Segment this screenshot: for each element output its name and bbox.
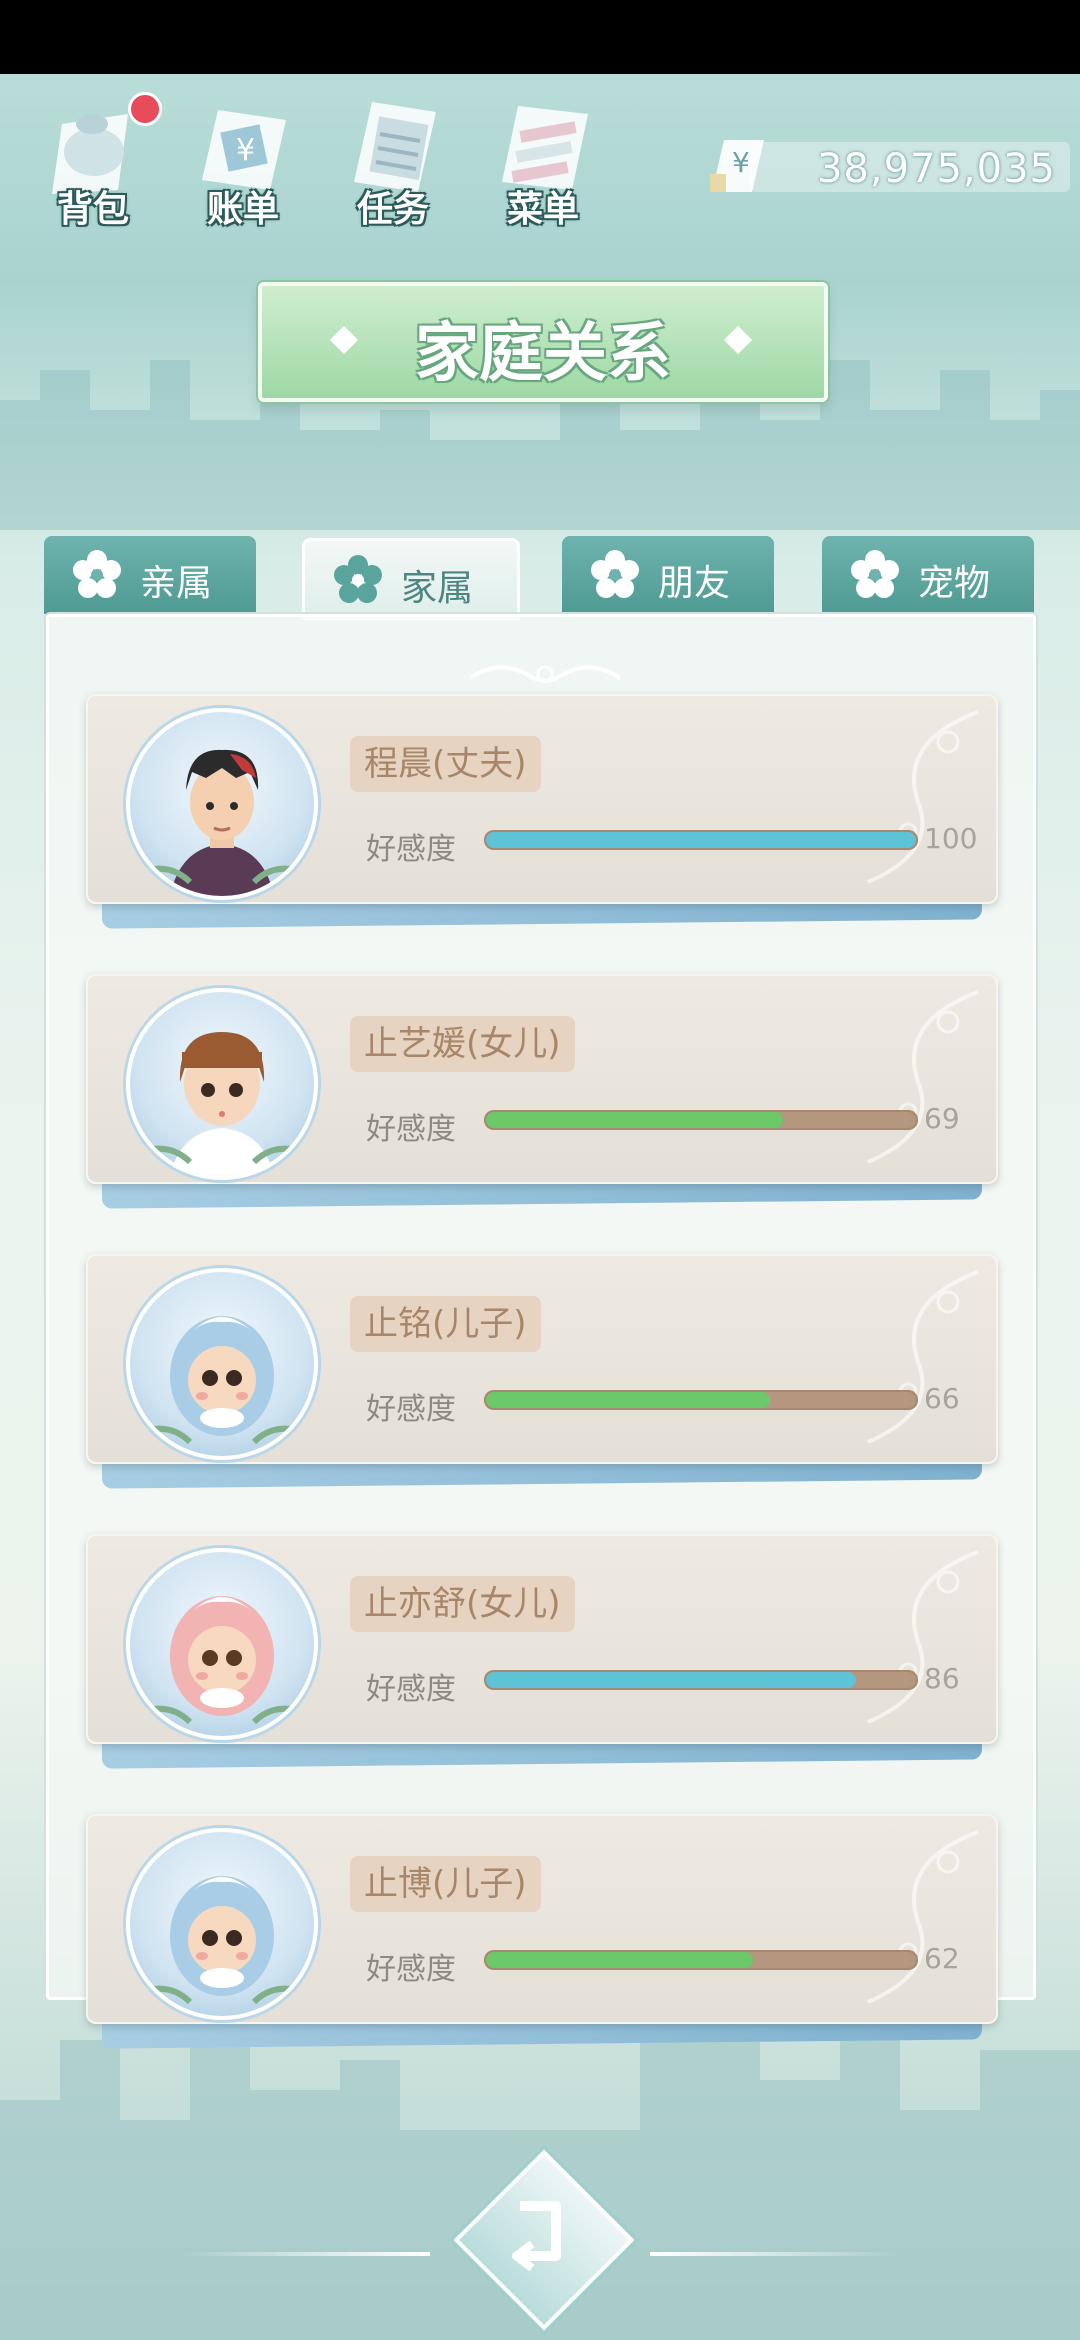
card-face: 止艺媛(女儿) 好感度 69	[86, 974, 998, 1184]
affinity-label: 好感度	[366, 1952, 456, 1987]
vine-decoration-icon	[867, 1550, 979, 1724]
task-label: 任务	[356, 189, 429, 230]
vine-decoration-icon	[867, 990, 979, 1164]
member-name: 止博(儿子)	[350, 1856, 541, 1912]
affinity-value: 100	[924, 822, 978, 855]
affinity-value: 86	[924, 1662, 960, 1695]
affinity-bar	[484, 1110, 918, 1130]
menu-button[interactable]: 菜单	[478, 84, 608, 234]
bag-icon	[52, 114, 128, 194]
tab-pets[interactable]: 宠物	[822, 536, 1034, 614]
divider-left	[180, 2252, 430, 2256]
tab-label: 朋友	[658, 563, 731, 604]
flower-icon	[591, 550, 639, 598]
bag-button[interactable]: 背包	[28, 84, 162, 234]
flower-icon	[334, 555, 382, 603]
ornament-icon	[468, 665, 622, 683]
notification-badge	[128, 92, 162, 126]
menu-icon	[502, 106, 588, 190]
husband-avatar	[139, 749, 305, 896]
affinity-value: 66	[924, 1382, 960, 1415]
vine-decoration-icon	[867, 1830, 979, 2004]
card-face: 止铭(儿子) 好感度 66	[86, 1254, 998, 1464]
affinity-label: 好感度	[366, 1672, 456, 1707]
affinity-bar	[484, 1390, 918, 1410]
back-arrow-icon	[512, 2201, 561, 2272]
member-card[interactable]: 止艺媛(女儿) 好感度 69	[86, 974, 998, 1209]
affinity-bar-fill	[486, 1952, 753, 1968]
daughter-avatar	[139, 1032, 305, 1176]
money-value: 38,975,035	[816, 146, 1056, 192]
tab-label: 亲属	[140, 563, 213, 604]
tab-relatives[interactable]: 亲属	[44, 536, 256, 614]
bill-button[interactable]: ¥ 账单	[178, 84, 308, 234]
bill-icon: ¥	[202, 110, 286, 190]
member-card[interactable]: 止铭(儿子) 好感度 66	[86, 1254, 998, 1489]
member-name: 止亦舒(女儿)	[350, 1576, 575, 1632]
divider-right	[650, 2252, 900, 2256]
card-face: 止博(儿子) 好感度 62	[86, 1814, 998, 2024]
member-name: 止铭(儿子)	[350, 1296, 541, 1352]
member-card[interactable]: 止亦舒(女儿) 好感度 86	[86, 1534, 998, 1769]
baby-blue-avatar	[139, 1316, 305, 1445]
affinity-label: 好感度	[366, 832, 456, 867]
affinity-value: 69	[924, 1102, 960, 1135]
vine-decoration-icon	[867, 1270, 979, 1444]
member-name: 程晨(丈夫)	[350, 736, 541, 792]
avatar[interactable]	[126, 708, 318, 900]
affinity-value: 62	[924, 1942, 960, 1975]
affinity-bar	[484, 1670, 918, 1690]
task-button[interactable]: 任务	[328, 84, 458, 234]
flower-icon	[851, 550, 899, 598]
task-icon	[354, 102, 436, 192]
tab-label: 家属	[401, 568, 474, 609]
card-face: 止亦舒(女儿) 好感度 86	[86, 1534, 998, 1744]
money-display: ¥ 38,975,035	[700, 138, 1070, 194]
svg-text:¥: ¥	[732, 146, 750, 179]
avatar[interactable]	[126, 1268, 318, 1460]
avatar[interactable]	[126, 1548, 318, 1740]
tab-label: 宠物	[918, 563, 991, 604]
currency-icon: ¥	[710, 140, 764, 192]
affinity-label: 好感度	[366, 1112, 456, 1147]
affinity-bar-fill	[486, 1672, 856, 1688]
member-name: 止艺媛(女儿)	[350, 1016, 575, 1072]
card-face: 程晨(丈夫) 好感度 100	[86, 694, 998, 904]
baby-pink-avatar	[139, 1596, 305, 1725]
tab-family[interactable]: 家属	[302, 538, 520, 620]
bill-label: 账单	[206, 189, 279, 230]
affinity-bar	[484, 830, 918, 850]
bag-label: 背包	[56, 189, 129, 230]
flower-icon	[73, 550, 121, 598]
title-panel: 家庭关系	[258, 282, 828, 402]
member-card[interactable]: 程晨(丈夫) 好感度 100	[86, 694, 998, 929]
affinity-bar-fill	[486, 1112, 783, 1128]
status-bar	[0, 0, 1080, 74]
affinity-bar-fill	[486, 832, 916, 848]
tab-friends[interactable]: 朋友	[562, 536, 774, 614]
member-card[interactable]: 止博(儿子) 好感度 62	[86, 1814, 998, 2049]
vine-decoration-icon	[867, 710, 979, 884]
affinity-bar	[484, 1950, 918, 1970]
baby-blue-avatar	[139, 1876, 305, 2005]
menu-label: 菜单	[506, 189, 579, 230]
avatar[interactable]	[126, 988, 318, 1180]
affinity-bar-fill	[486, 1392, 770, 1408]
affinity-label: 好感度	[366, 1392, 456, 1427]
svg-text:¥: ¥	[236, 133, 255, 168]
avatar[interactable]	[126, 1828, 318, 2020]
